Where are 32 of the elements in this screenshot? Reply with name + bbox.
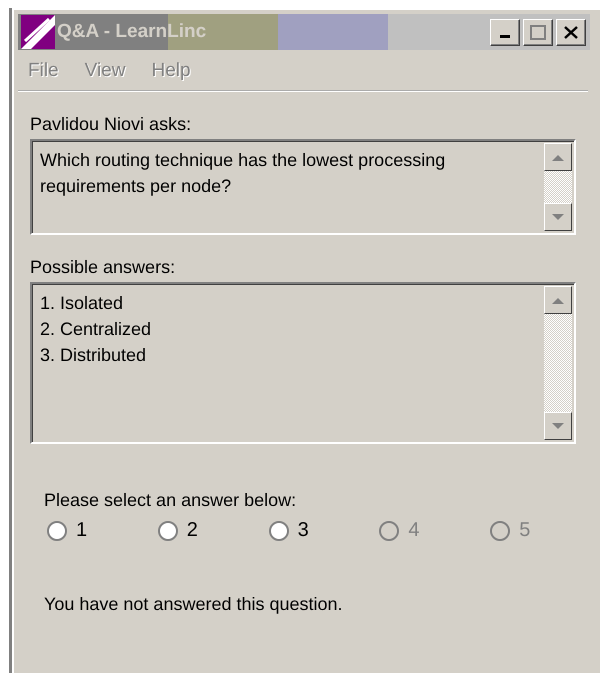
select-prompt: Please select an answer below: <box>44 490 298 511</box>
scroll-down-button[interactable] <box>544 412 572 440</box>
answer-item: 2. Centralized <box>40 319 152 339</box>
close-icon <box>564 26 578 38</box>
question-text: Which routing technique has the lowest processing requirements per node? <box>40 150 446 196</box>
radio-label: 4 <box>408 519 420 542</box>
scroll-up-button[interactable] <box>544 143 572 171</box>
radio-button[interactable] <box>46 520 68 542</box>
question-label: Pavlidou Niovi asks: <box>30 114 192 135</box>
window-title: Q&A - LearnLinc <box>57 21 206 43</box>
radio-button[interactable] <box>156 520 179 542</box>
answer-item: 3. Distributed <box>40 345 146 365</box>
minimize-button[interactable] <box>490 18 520 46</box>
radio-label: 2 <box>186 519 198 542</box>
down-arrow-icon <box>552 214 564 220</box>
scroll-up-button[interactable] <box>544 286 572 314</box>
maximize-icon <box>530 24 546 40</box>
radio-label: 5 <box>519 519 530 542</box>
answer-item: 1. Isolated <box>40 293 124 313</box>
down-arrow-icon <box>552 422 564 430</box>
radio-label: 1 <box>76 519 88 542</box>
up-arrow-icon <box>552 154 564 160</box>
radio-label: 3 <box>298 519 309 542</box>
up-arrow-icon <box>552 296 564 304</box>
status-text: You have not answered this question. <box>44 594 344 615</box>
minimize-icon <box>500 35 510 38</box>
maximize-button[interactable] <box>523 18 553 46</box>
scroll-down-button[interactable] <box>544 203 572 231</box>
radio-button[interactable] <box>268 520 290 542</box>
app-icon <box>21 15 55 49</box>
close-button[interactable] <box>556 18 586 46</box>
answers-label: Possible answers: <box>30 257 176 278</box>
